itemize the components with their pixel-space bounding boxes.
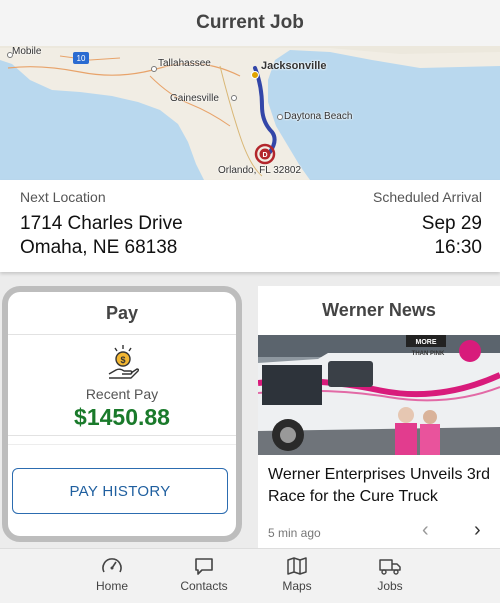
nav-item-jobs[interactable]: Jobs [350, 556, 430, 593]
address-line1: 1714 Charles Drive [20, 213, 183, 234]
svg-text:10: 10 [77, 54, 86, 63]
map-label-tallahassee: Tallahassee [158, 58, 211, 69]
bottom-nav: Home Contacts Maps Jobs [0, 548, 500, 603]
news-title: Werner News [322, 299, 436, 320]
job-details-card: Next Location Scheduled Arrival 1714 Cha… [0, 180, 500, 272]
pay-history-button[interactable]: PAY HISTORY [12, 468, 228, 514]
nav-label-maps: Maps [282, 579, 312, 593]
news-timestamp: 5 min ago [268, 526, 321, 540]
page-title: Current Job [196, 12, 304, 33]
pay-card[interactable]: Pay $ Recent Pay $1450.88 PAY HISTORY [2, 286, 242, 542]
arrival-date: Sep 29 [421, 213, 482, 234]
map-label-daytona: Daytona Beach [284, 111, 353, 122]
recent-pay-amount: $1450.88 [74, 404, 170, 430]
route-map[interactable]: 10 D Mobile Tallahassee Jacksonville Gai… [0, 46, 500, 180]
app-header: Current Job [0, 0, 500, 46]
truck-icon [379, 559, 401, 575]
arrival-time: 16:30 [434, 237, 482, 258]
news-headline[interactable]: Werner Enterprises Unveils 3rd Race for … [268, 464, 493, 508]
news-card[interactable]: Werner News MORE THAN PINK Werner Enterp… [258, 286, 500, 548]
hand-coin-icon: $ [106, 344, 140, 387]
speedometer-icon [102, 558, 122, 573]
folded-map-icon [287, 557, 307, 575]
address-line2: Omaha, NE 68138 [20, 237, 178, 258]
nav-label-jobs: Jobs [377, 579, 403, 593]
next-location-label: Next Location [20, 189, 106, 205]
recent-pay-label: Recent Pay [85, 386, 159, 402]
scheduled-arrival-label: Scheduled Arrival [373, 189, 482, 205]
nav-item-home[interactable]: Home [72, 556, 152, 593]
nav-item-contacts[interactable]: Contacts [164, 556, 244, 593]
divider [8, 444, 236, 445]
chat-bubble-icon [195, 558, 213, 575]
chevron-right-icon[interactable]: › [474, 519, 481, 542]
map-label-mobile: Mobile [12, 46, 42, 57]
map-label-orlando: Orlando, FL 32802 [218, 165, 302, 176]
map-label-jacksonville: Jacksonville [261, 60, 327, 72]
svg-text:$: $ [120, 355, 125, 365]
map-canvas: 10 D [0, 46, 500, 180]
map-label-gainesville: Gainesville [170, 93, 219, 104]
svg-text:THAN PINK: THAN PINK [412, 351, 445, 357]
nav-label-contacts: Contacts [180, 579, 228, 593]
svg-text:MORE: MORE [416, 339, 437, 346]
nav-label-home: Home [95, 579, 128, 593]
pay-title: Pay [8, 292, 236, 335]
news-image[interactable]: MORE THAN PINK [258, 335, 500, 455]
chevron-left-icon[interactable]: ‹ [422, 519, 429, 542]
divider [8, 435, 236, 436]
svg-text:D: D [262, 152, 267, 159]
nav-item-maps[interactable]: Maps [257, 556, 337, 593]
